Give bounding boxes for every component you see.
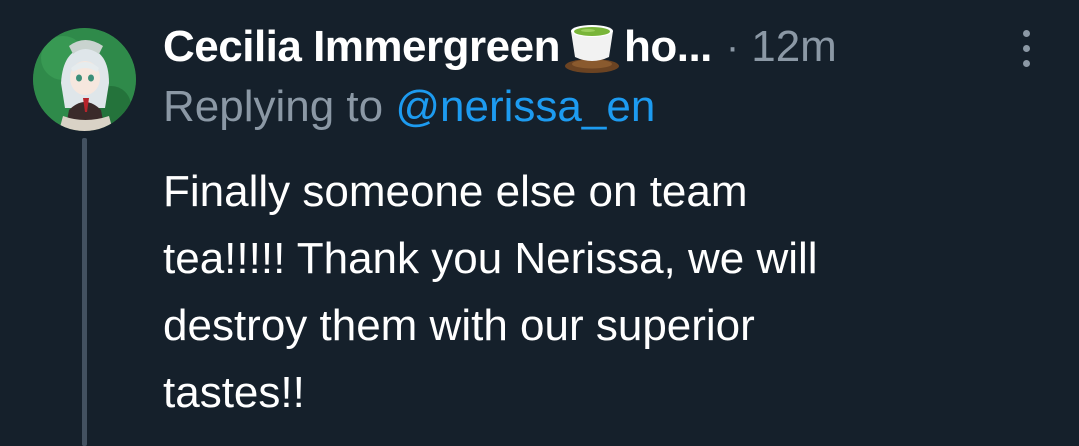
tweet-body-line: Finally someone else on team	[163, 167, 748, 216]
avatar[interactable]	[33, 28, 136, 131]
tweet-body-line: destroy them with our superior	[163, 301, 755, 350]
tweet-body-line: tea!!!!! Thank you Nerissa, we will	[163, 234, 818, 283]
tweet-card[interactable]: Cecilia Immergreen ho... · 12m Replying …	[0, 0, 1079, 446]
more-vertical-icon[interactable]	[1016, 30, 1036, 70]
reply-prefix: Replying to	[163, 82, 384, 131]
reply-mention-link[interactable]: @nerissa_en	[395, 82, 655, 131]
tea-cup-icon	[562, 19, 622, 75]
separator-dot: ·	[725, 24, 740, 69]
tweet-body-line: tastes!!	[163, 368, 305, 417]
reply-context: Replying to @nerissa_en	[163, 82, 655, 132]
avatar-image	[33, 28, 136, 131]
tweet-body: Finally someone else on team tea!!!!! Th…	[163, 158, 1043, 426]
thread-line	[82, 138, 87, 446]
tweet-header: Cecilia Immergreen ho... · 12m	[163, 16, 837, 78]
timestamp[interactable]: 12m	[751, 22, 837, 72]
author-name-truncated[interactable]: ho...	[624, 22, 712, 72]
author-name[interactable]: Cecilia Immergreen	[163, 22, 560, 72]
